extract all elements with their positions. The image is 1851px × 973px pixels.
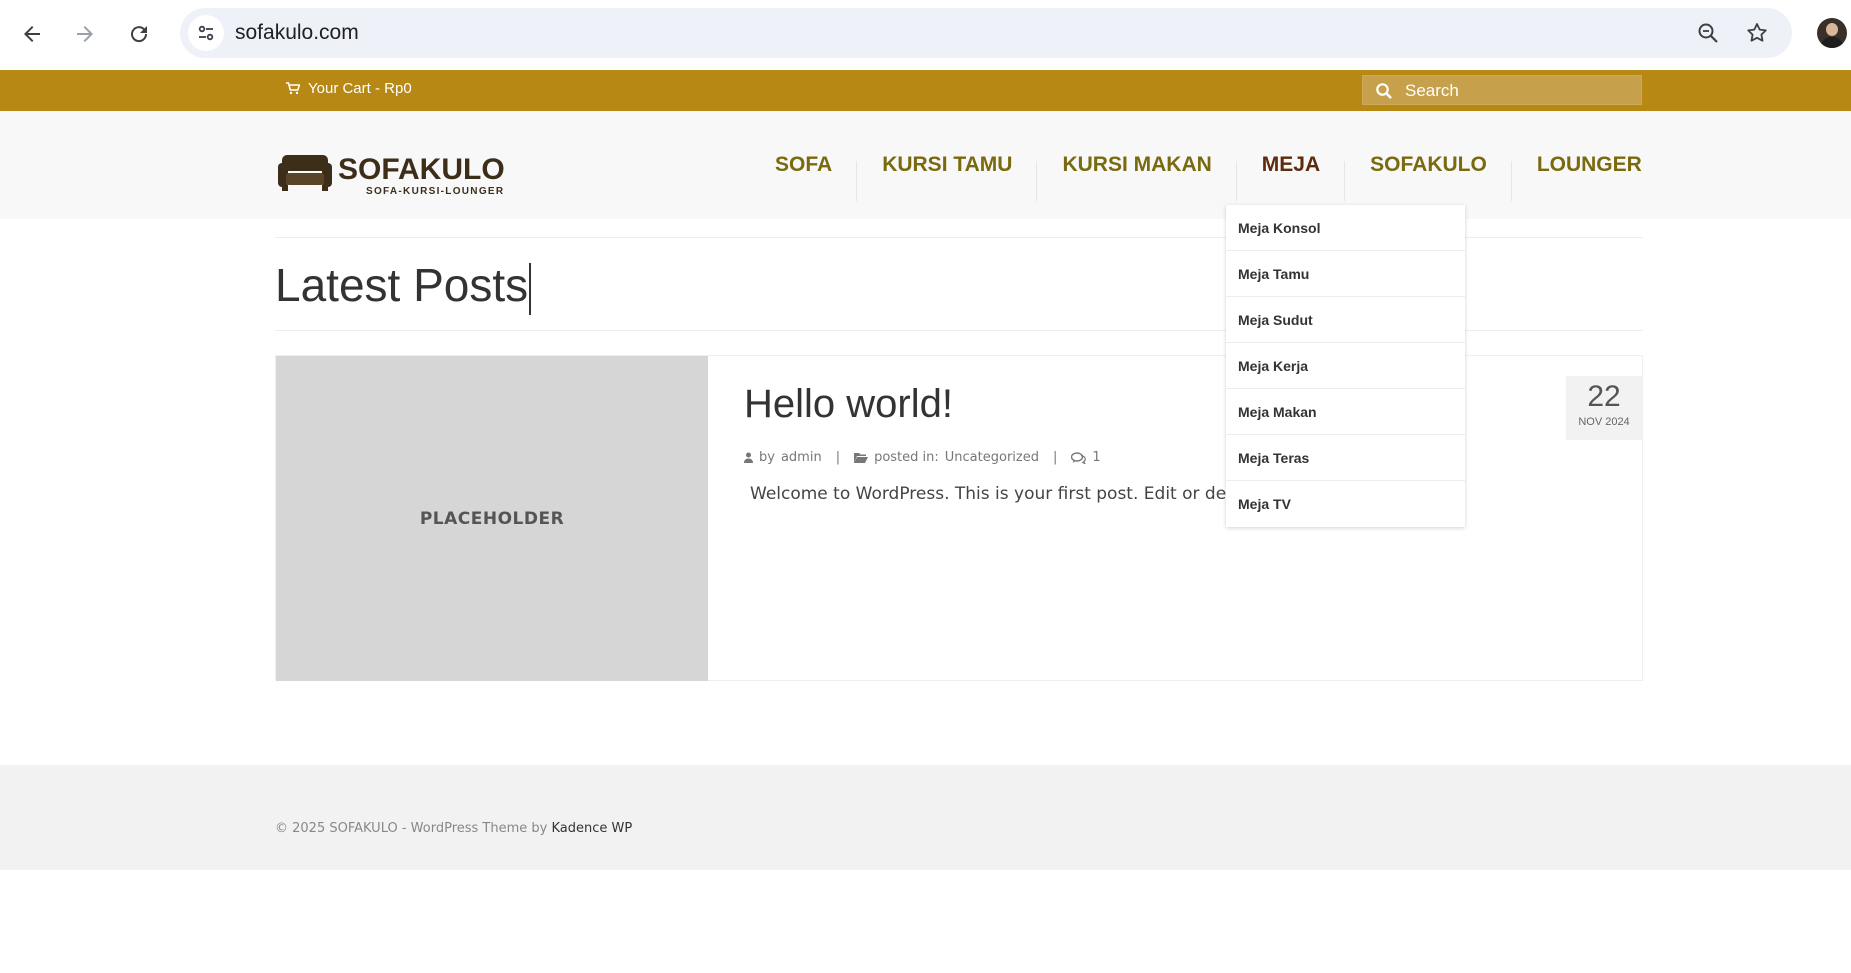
- post-meta: by admin | posted in: Uncategorized | 1: [744, 450, 1101, 465]
- back-button[interactable]: [12, 14, 52, 54]
- menu-item-kursi-tamu[interactable]: KURSI TAMU: [857, 111, 1038, 219]
- user-icon: [744, 452, 753, 463]
- sofa-logo-icon: [278, 155, 332, 191]
- site-header: SOFAKULO SOFA-KURSI-LOUNGER SOFA KURSI T…: [0, 111, 1851, 219]
- site-footer: © 2025 SOFAKULO - WordPress Theme by Kad…: [0, 765, 1851, 870]
- dropdown-item-meja-kerja[interactable]: Meja Kerja: [1226, 343, 1465, 389]
- avatar-body: [1821, 37, 1843, 48]
- dropdown-item-meja-konsol[interactable]: Meja Konsol: [1226, 205, 1465, 251]
- text-cursor: [529, 262, 532, 315]
- cart-icon: [286, 82, 300, 95]
- footer-credits: © 2025 SOFAKULO - WordPress Theme by Kad…: [275, 821, 632, 836]
- dropdown-item-meja-teras[interactable]: Meja Teras: [1226, 435, 1465, 481]
- date-month-year: NOV 2024: [1578, 416, 1630, 428]
- date-day: 22: [1587, 380, 1621, 413]
- site-topbar: Your Cart - Rp0: [0, 70, 1851, 111]
- browser-toolbar: sofakulo.com: [0, 0, 1851, 70]
- site-settings-icon[interactable]: [188, 15, 224, 51]
- menu-item-sofa[interactable]: SOFA: [750, 111, 858, 219]
- folder-icon: [854, 453, 869, 463]
- search-input[interactable]: [1403, 79, 1637, 103]
- comments-icon: [1071, 451, 1087, 464]
- logo-tagline: SOFA-KURSI-LOUNGER: [366, 186, 504, 197]
- forward-button[interactable]: [65, 14, 105, 54]
- thumbnail-label: PLACEHOLDER: [419, 508, 565, 529]
- copyright-text: © 2025 SOFAKULO - WordPress Theme by: [275, 821, 548, 836]
- meja-dropdown: Meja Konsol Meja Tamu Meja Sudut Meja Ke…: [1226, 205, 1465, 527]
- dropdown-item-meja-tv[interactable]: Meja TV: [1226, 481, 1465, 527]
- dropdown-item-meja-tamu[interactable]: Meja Tamu: [1226, 251, 1465, 297]
- logo-text: SOFAKULO: [338, 153, 505, 186]
- menu-item-sofakulo[interactable]: SOFAKULO: [1345, 111, 1512, 219]
- profile-avatar[interactable]: [1817, 18, 1847, 48]
- post-title[interactable]: Hello world!: [744, 382, 953, 427]
- dropdown-item-meja-sudut[interactable]: Meja Sudut: [1226, 297, 1465, 343]
- post-date-badge: 22 NOV 2024: [1566, 376, 1642, 440]
- menu-item-meja[interactable]: MEJA: [1237, 111, 1346, 219]
- cart-label: Your Cart - Rp0: [308, 80, 412, 97]
- reload-icon: [131, 26, 148, 43]
- category-link[interactable]: Uncategorized: [945, 450, 1039, 465]
- bookmark-star-icon[interactable]: [1743, 19, 1771, 47]
- meta-separator: |: [835, 450, 841, 465]
- post-thumbnail[interactable]: PLACEHOLDER: [276, 356, 708, 681]
- back-arrow-icon: [24, 26, 40, 42]
- reload-button[interactable]: [119, 14, 159, 54]
- site-search: [1362, 75, 1642, 105]
- theme-link[interactable]: Kadence WP: [552, 821, 633, 836]
- dropdown-item-meja-makan[interactable]: Meja Makan: [1226, 389, 1465, 435]
- page-title: Latest Posts: [275, 258, 532, 315]
- main-menu: SOFA KURSI TAMU KURSI MAKAN MEJA SOFAKUL…: [750, 111, 1667, 219]
- menu-item-lounger[interactable]: LOUNGER: [1512, 111, 1667, 219]
- comments-count[interactable]: 1: [1092, 450, 1100, 465]
- menu-item-kursi-makan[interactable]: KURSI MAKAN: [1037, 111, 1238, 219]
- zoom-icon[interactable]: [1694, 19, 1722, 47]
- address-bar[interactable]: sofakulo.com: [180, 8, 1792, 58]
- post-excerpt: Welcome to WordPress. This is your first…: [750, 484, 1227, 504]
- category-prefix: posted in:: [874, 450, 939, 465]
- author-link[interactable]: admin: [781, 450, 822, 465]
- page-title-text: Latest Posts: [275, 259, 529, 311]
- search-icon[interactable]: [1375, 82, 1393, 100]
- forward-arrow-icon: [77, 26, 93, 42]
- author-prefix: by: [759, 450, 775, 465]
- meta-separator: |: [1052, 450, 1058, 465]
- site-logo[interactable]: SOFAKULO SOFA-KURSI-LOUNGER: [278, 151, 548, 199]
- url-text[interactable]: sofakulo.com: [235, 21, 359, 45]
- avatar-face: [1826, 23, 1838, 36]
- cart-link[interactable]: Your Cart - Rp0: [286, 80, 412, 97]
